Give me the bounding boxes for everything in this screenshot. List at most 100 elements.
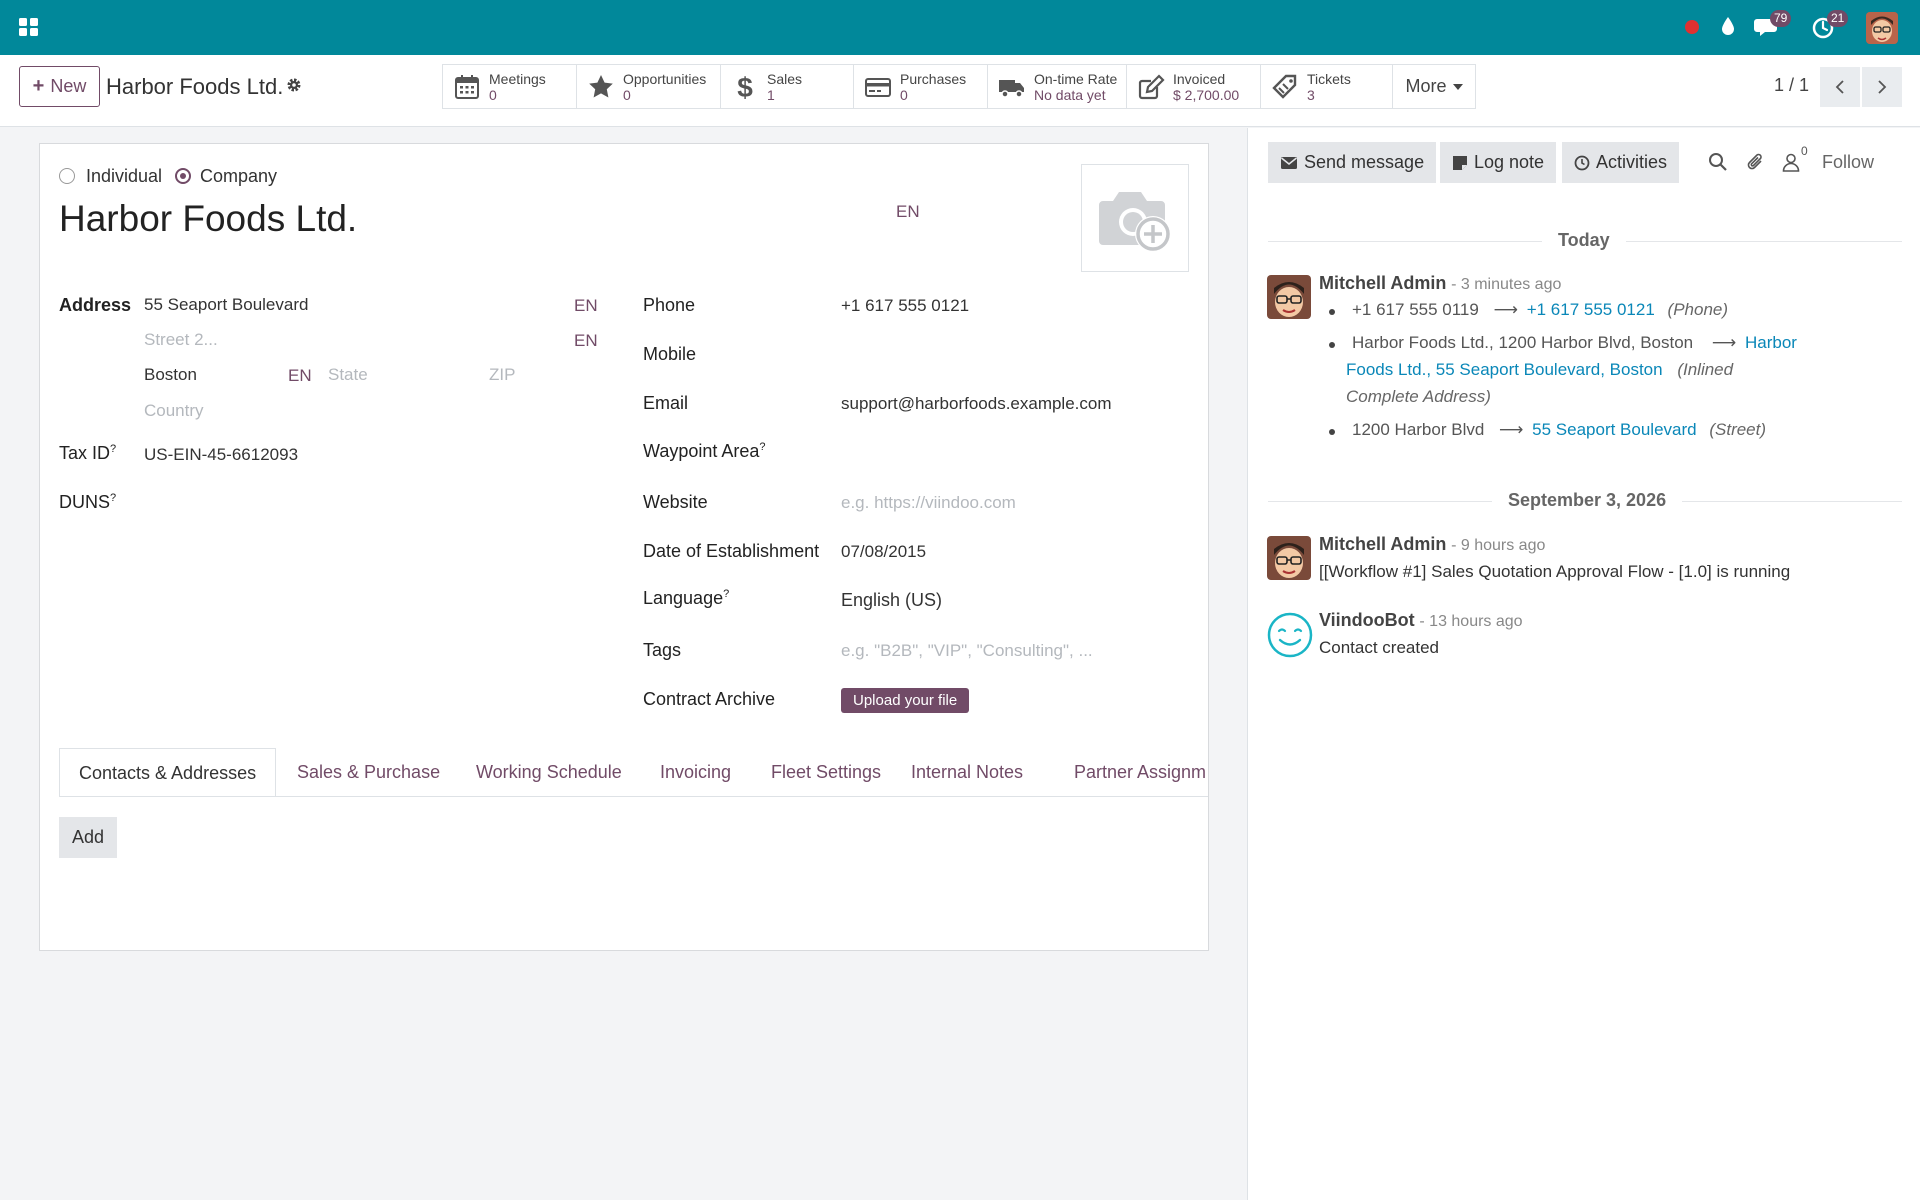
tracking-new-value[interactable]: Harbor [1745,333,1797,352]
tab-internal-notes[interactable]: Internal Notes [911,748,1023,796]
top-navbar: 79 21 [0,0,1920,55]
tax-id-input[interactable]: US-EIN-45-6612093 [144,445,298,465]
tracking-new-value[interactable]: +1 617 555 0121 [1527,300,1655,319]
language-label: Language? [643,588,730,608]
arrow-right-icon: ⟶ [1493,300,1518,319]
tab-invoicing[interactable]: Invoicing [660,748,731,796]
radio-company[interactable] [175,168,191,184]
partner-name-input[interactable]: Harbor Foods Ltd. [59,198,357,240]
new-button[interactable]: + New [19,66,100,107]
message-body: Contact created [1319,638,1440,657]
more-label: More [1405,76,1447,96]
help-tooltip-icon[interactable]: ? [723,588,729,600]
street2-translate-button[interactable]: EN [574,331,598,351]
date-establishment-input[interactable]: 07/08/2015 [841,542,926,562]
radio-individual-label[interactable]: Individual [86,166,162,187]
help-tooltip-icon[interactable]: ? [759,441,765,453]
envelope-icon [1281,156,1297,169]
pager-value[interactable]: 1 / 1 [1774,75,1809,96]
activities-label: Activities [1596,152,1668,172]
tracking-new-value[interactable]: 55 Seaport Boulevard [1532,420,1696,439]
activities-clock-icon[interactable]: 21 [1811,10,1849,40]
website-input[interactable]: e.g. https://viindoo.com [841,493,1016,513]
control-panel: + New Harbor Foods Ltd. Meetings 0 Opport… [0,55,1920,127]
city-input[interactable]: Boston [144,365,197,385]
help-tooltip-icon[interactable]: ? [110,443,116,455]
message-author[interactable]: Mitchell Admin [1319,534,1446,554]
street2-input[interactable]: Street 2... [144,330,218,350]
smart-button-sales[interactable]: $ Sales 1 [720,64,854,109]
state-select[interactable]: State [328,365,368,385]
name-translate-button[interactable]: EN [896,202,920,222]
truck-icon [998,73,1026,101]
tags-input[interactable]: e.g. "B2B", "VIP", "Consulting", ... [841,641,1093,661]
image-upload[interactable] [1081,164,1189,272]
country-select[interactable]: Country [144,401,204,421]
bot-avatar[interactable] [1267,612,1313,658]
clock-icon [1574,155,1590,170]
radio-individual[interactable] [59,168,75,184]
street-input[interactable]: 55 Seaport Boulevard [144,295,308,315]
messages-badge: 79 [1770,10,1792,27]
tab-contacts-addresses[interactable]: Contacts & Addresses [59,748,277,796]
smart-button-value: 0 [900,86,908,103]
upload-file-button[interactable]: Upload your file [841,688,970,713]
log-note-button[interactable]: Log note [1440,142,1557,183]
phone-input[interactable]: +1 617 555 0121 [841,296,969,316]
smart-button-value: 1 [767,86,775,103]
radio-company-label[interactable]: Company [200,166,277,187]
city-translate-button[interactable]: EN [288,366,312,386]
smart-button-tickets[interactable]: Tickets 3 [1260,64,1393,109]
email-label: Email [643,393,689,413]
smart-button-opportunities[interactable]: Opportunities 0 [576,64,721,109]
follow-button[interactable]: Follow [1822,152,1874,173]
tab-working-schedule[interactable]: Working Schedule [476,748,622,796]
smart-button-purchases[interactable]: Purchases 0 [853,64,988,109]
partner-form-sheet: Individual Company Harbor Foods Ltd. EN … [39,143,1209,951]
help-tooltip-icon[interactable]: ? [110,492,116,504]
followers-icon[interactable]: 0 [1781,144,1808,172]
messages-icon[interactable]: 79 [1754,10,1792,40]
tracking-new-value[interactable]: Foods Ltd., 55 Seaport Boulevard, Boston [1346,360,1663,379]
smart-button-meetings[interactable]: Meetings 0 [442,64,577,109]
tab-fleet-settings[interactable]: Fleet Settings [771,748,881,796]
message-time: - 13 hours ago [1419,613,1523,630]
pager-previous-button[interactable] [1820,67,1860,107]
website-label: Website [643,492,708,512]
message-author[interactable]: ViindooBot [1319,610,1415,630]
smart-button-on-time-rate[interactable]: On-time Rate No data yet [987,64,1127,109]
tab-sales-purchase[interactable]: Sales & Purchase [297,748,440,796]
add-contact-button[interactable]: Add [59,817,117,858]
smart-button-label: Opportunities [623,70,707,87]
gear-icon[interactable] [286,77,302,93]
recording-status-icon[interactable] [1684,19,1700,35]
date-establishment-label: Date of Establishment [643,541,820,561]
smart-button-value: 0 [623,86,631,103]
credit-card-icon [864,73,892,101]
tab-partner-assignment[interactable]: Partner Assignm [1074,748,1206,796]
paperclip-icon[interactable] [1746,152,1766,172]
duns-label: DUNS? [59,492,117,512]
pencil-square-icon [1137,73,1165,101]
activities-button[interactable]: Activities [1562,142,1680,183]
svg-text:$: $ [737,73,753,101]
water-drop-icon[interactable] [1718,15,1738,37]
language-select[interactable]: English (US) [841,590,942,611]
search-icon[interactable] [1708,152,1728,172]
author-avatar[interactable] [1267,536,1311,580]
send-message-button[interactable]: Send message [1268,142,1437,183]
mobile-label: Mobile [643,344,697,364]
user-avatar[interactable] [1866,12,1898,44]
author-avatar[interactable] [1267,275,1311,319]
apps-menu-icon[interactable] [18,16,40,38]
zip-input[interactable]: ZIP [489,365,515,385]
message-header: ViindooBot - 13 hours ago [1319,610,1523,631]
email-input[interactable]: support@harborfoods.example.com [841,394,1112,414]
more-dropdown[interactable]: More [1392,64,1476,109]
pager-next-button[interactable] [1862,67,1902,107]
smart-button-invoiced[interactable]: Invoiced $ 2,700.00 [1126,64,1261,109]
street-translate-button[interactable]: EN [574,296,598,316]
smart-button-value: 3 [1307,86,1315,103]
smart-button-label: Tickets [1307,70,1351,87]
message-author[interactable]: Mitchell Admin [1319,273,1446,293]
